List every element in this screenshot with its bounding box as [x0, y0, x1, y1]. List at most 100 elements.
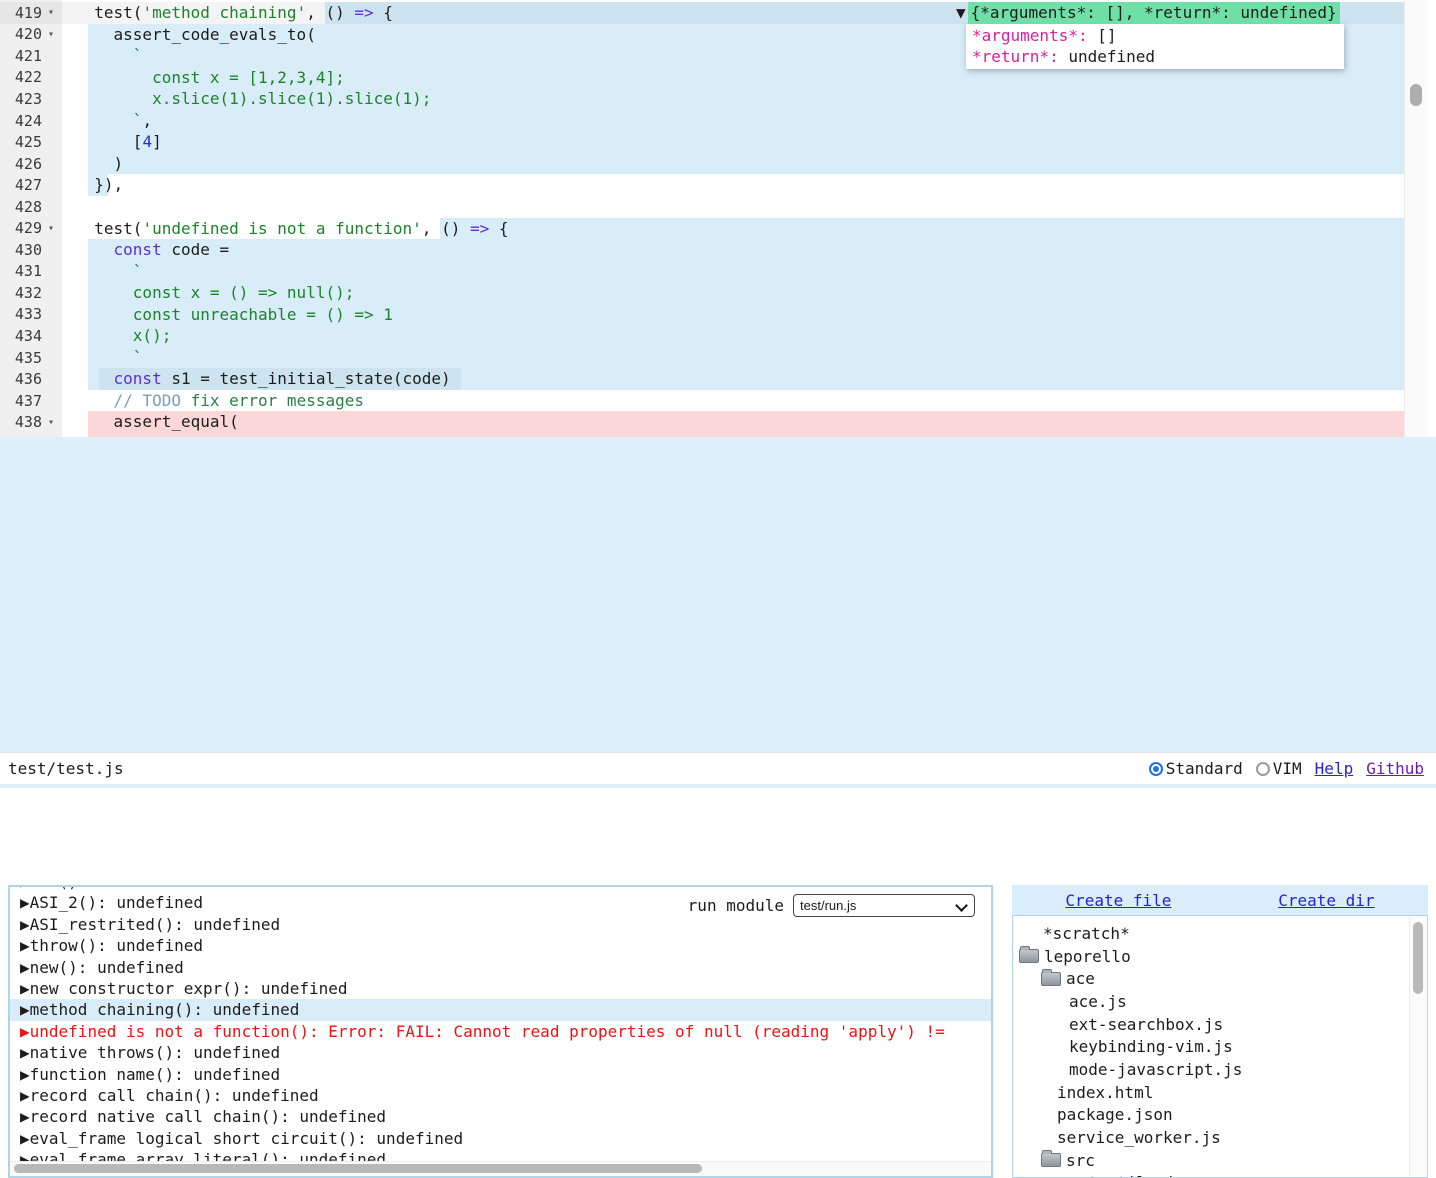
- code-token: const x = () => null();: [75, 283, 354, 302]
- line-number: 424: [0, 112, 42, 130]
- code-line-429[interactable]: test('undefined is not a function', () =…: [75, 218, 509, 240]
- tree-item-service-worker-js[interactable]: service_worker.js: [1013, 1126, 1427, 1149]
- editor-scrollbar-thumb[interactable]: [1410, 84, 1422, 106]
- create-dir-link[interactable]: Create dir: [1278, 891, 1374, 910]
- code-line-424[interactable]: `,: [75, 110, 152, 132]
- expand-arrow-icon[interactable]: ▶: [20, 915, 30, 934]
- expand-arrow-icon[interactable]: ▶: [20, 1000, 30, 1019]
- output-row[interactable]: ▶method chaining(): undefined: [10, 999, 991, 1020]
- code-highlight: [440, 218, 1405, 240]
- github-link[interactable]: Github: [1366, 759, 1424, 778]
- code-line-427[interactable]: }),: [75, 174, 123, 196]
- code-editor[interactable]: 419▾420▾421422423424425426427428429▾4304…: [0, 0, 1436, 437]
- collapse-arrow-icon[interactable]: ▼: [956, 2, 968, 24]
- fold-arrow-icon[interactable]: ▾: [42, 7, 60, 18]
- output-row[interactable]: ▶record call chain(): undefined: [20, 1085, 991, 1106]
- fold-arrow-icon[interactable]: ▾: [42, 223, 60, 234]
- code-line-425[interactable]: [4]: [75, 131, 162, 153]
- value-inspector-tooltip[interactable]: ▼ {*arguments*: [], *return*: undefined}…: [956, 2, 1344, 69]
- tree-item-mode-javascript-js[interactable]: mode-javascript.js: [1013, 1058, 1427, 1081]
- output-row[interactable]: ▶throw(): undefined: [20, 935, 991, 956]
- radio-selected-icon[interactable]: [1149, 762, 1163, 776]
- code-line-421[interactable]: `: [75, 45, 142, 67]
- fold-arrow-icon[interactable]: ▾: [42, 417, 60, 428]
- code-token: `: [75, 46, 142, 65]
- expand-arrow-icon[interactable]: ▶: [20, 893, 30, 912]
- gutter-line-431: 431: [0, 261, 62, 283]
- tree-item-leporello[interactable]: leporello: [1013, 945, 1427, 968]
- tree-item-index-html[interactable]: index.html: [1013, 1081, 1427, 1104]
- expand-arrow-icon[interactable]: ▶: [20, 887, 30, 891]
- code-token: fix error messages: [181, 391, 364, 410]
- expand-arrow-icon[interactable]: ▶: [20, 958, 30, 977]
- gutter-line-426: 426: [0, 153, 62, 175]
- code-line-432[interactable]: const x = () => null();: [75, 282, 354, 304]
- expand-arrow-icon[interactable]: ▶: [20, 1129, 30, 1148]
- keybinding-standard-option[interactable]: Standard: [1149, 759, 1243, 778]
- inspector-value: undefined: [1059, 47, 1155, 66]
- keybinding-vim-option[interactable]: VIM: [1256, 759, 1302, 778]
- output-horizontal-scrollbar[interactable]: [10, 1161, 991, 1176]
- code-line-435[interactable]: `: [75, 347, 142, 369]
- code-line-422[interactable]: const x = [1,2,3,4];: [75, 67, 345, 89]
- line-number: 427: [0, 176, 42, 194]
- tree-item-label: ext-searchbox.js: [1069, 1015, 1223, 1034]
- inspector-row-arguments[interactable]: *arguments*: []: [972, 25, 1338, 47]
- output-row[interactable]: ▶new(): undefined: [20, 957, 991, 978]
- value-inspector-title[interactable]: {*arguments*: [], *return*: undefined}: [968, 2, 1340, 24]
- expand-arrow-icon[interactable]: ▶: [20, 979, 30, 998]
- fold-arrow-icon[interactable]: ▾: [42, 29, 60, 40]
- output-row[interactable]: ▶function name(): undefined: [20, 1064, 991, 1085]
- file-tree-scrollbar-thumb[interactable]: [1413, 922, 1423, 994]
- tree-item-ace[interactable]: ace: [1013, 967, 1427, 990]
- expand-arrow-icon[interactable]: ▶: [20, 1065, 30, 1084]
- value-inspector-header[interactable]: ▼ {*arguments*: [], *return*: undefined}: [956, 2, 1344, 24]
- code-line-419[interactable]: test('method chaining', () => {: [75, 2, 393, 24]
- output-scrollbar-thumb[interactable]: [14, 1164, 702, 1173]
- code-line-438[interactable]: assert_equal(: [75, 411, 239, 433]
- gutter-line-430: 430: [0, 239, 62, 261]
- status-bar: test/test.js Standard VIM Help Github: [0, 752, 1436, 784]
- code-line-430[interactable]: const code =: [75, 239, 229, 261]
- output-row[interactable]: ▶undefined is not a function(): Error: F…: [20, 1021, 991, 1042]
- tree-item-package-json[interactable]: package.json: [1013, 1104, 1427, 1127]
- code-line-436[interactable]: const s1 = test_initial_state(code): [75, 368, 451, 390]
- tree-item-ext-searchbox-js[interactable]: ext-searchbox.js: [1013, 1013, 1427, 1036]
- code-line-439[interactable]: root_calltree_node(s1),: [75, 433, 354, 437]
- expand-arrow-icon[interactable]: ▶: [20, 1022, 30, 1041]
- output-row[interactable]: ▶record native call chain(): undefined: [20, 1106, 991, 1127]
- inspector-row-return[interactable]: *return*: undefined: [972, 46, 1338, 68]
- code-line-434[interactable]: x();: [75, 325, 171, 347]
- expand-arrow-icon[interactable]: ▶: [20, 1107, 30, 1126]
- create-file-link[interactable]: Create file: [1065, 891, 1171, 910]
- line-number: 431: [0, 262, 42, 280]
- code-token: test(: [75, 3, 142, 22]
- code-line-437[interactable]: // TODO fix error messages: [75, 390, 364, 412]
- editor-vertical-scrollbar[interactable]: [1404, 0, 1428, 437]
- tree-item-ace-js[interactable]: ace.js: [1013, 990, 1427, 1013]
- tree-item-ast-utils-js[interactable]: ast_utils.js: [1013, 1172, 1427, 1178]
- expand-arrow-icon[interactable]: ▶: [20, 1086, 30, 1105]
- tree-item-src[interactable]: src: [1013, 1149, 1427, 1172]
- file-tree[interactable]: *scratch*leporelloaceace.js ext-searchbox…: [1012, 915, 1428, 1178]
- radio-unselected-icon[interactable]: [1256, 762, 1270, 776]
- help-link[interactable]: Help: [1315, 759, 1354, 778]
- code-line-426[interactable]: ): [75, 153, 123, 175]
- output-row[interactable]: ▶new constructor expr(): undefined: [20, 978, 991, 999]
- code-line-433[interactable]: const unreachable = () => 1: [75, 304, 393, 326]
- output-row[interactable]: ▶native throws(): undefined: [20, 1042, 991, 1063]
- code-line-420[interactable]: assert_code_evals_to(: [75, 24, 316, 46]
- code-line-423[interactable]: x.slice(1).slice(1).slice(1);: [75, 88, 431, 110]
- run-module-select[interactable]: test/run.js: [793, 894, 975, 917]
- tree-item-keybinding-vim-js[interactable]: keybinding-vim.js: [1013, 1035, 1427, 1058]
- output-row-text: undefined is not a function(): Error: FA…: [30, 1022, 945, 1041]
- tree-item-scratch[interactable]: *scratch*: [1013, 922, 1427, 945]
- gutter-line-432: 432: [0, 282, 62, 304]
- expand-arrow-icon[interactable]: ▶: [20, 936, 30, 955]
- code-highlight: [88, 131, 1405, 153]
- code-line-431[interactable]: `: [75, 261, 142, 283]
- expand-arrow-icon[interactable]: ▶: [20, 1043, 30, 1062]
- file-tree-scrollbar[interactable]: [1409, 917, 1426, 1176]
- output-row[interactable]: ▶eval_frame logical short circuit(): und…: [20, 1128, 991, 1149]
- test-output-panel[interactable]: ▶ASI(): undefined▶ASI_2(): undefined▶ASI…: [8, 885, 993, 1178]
